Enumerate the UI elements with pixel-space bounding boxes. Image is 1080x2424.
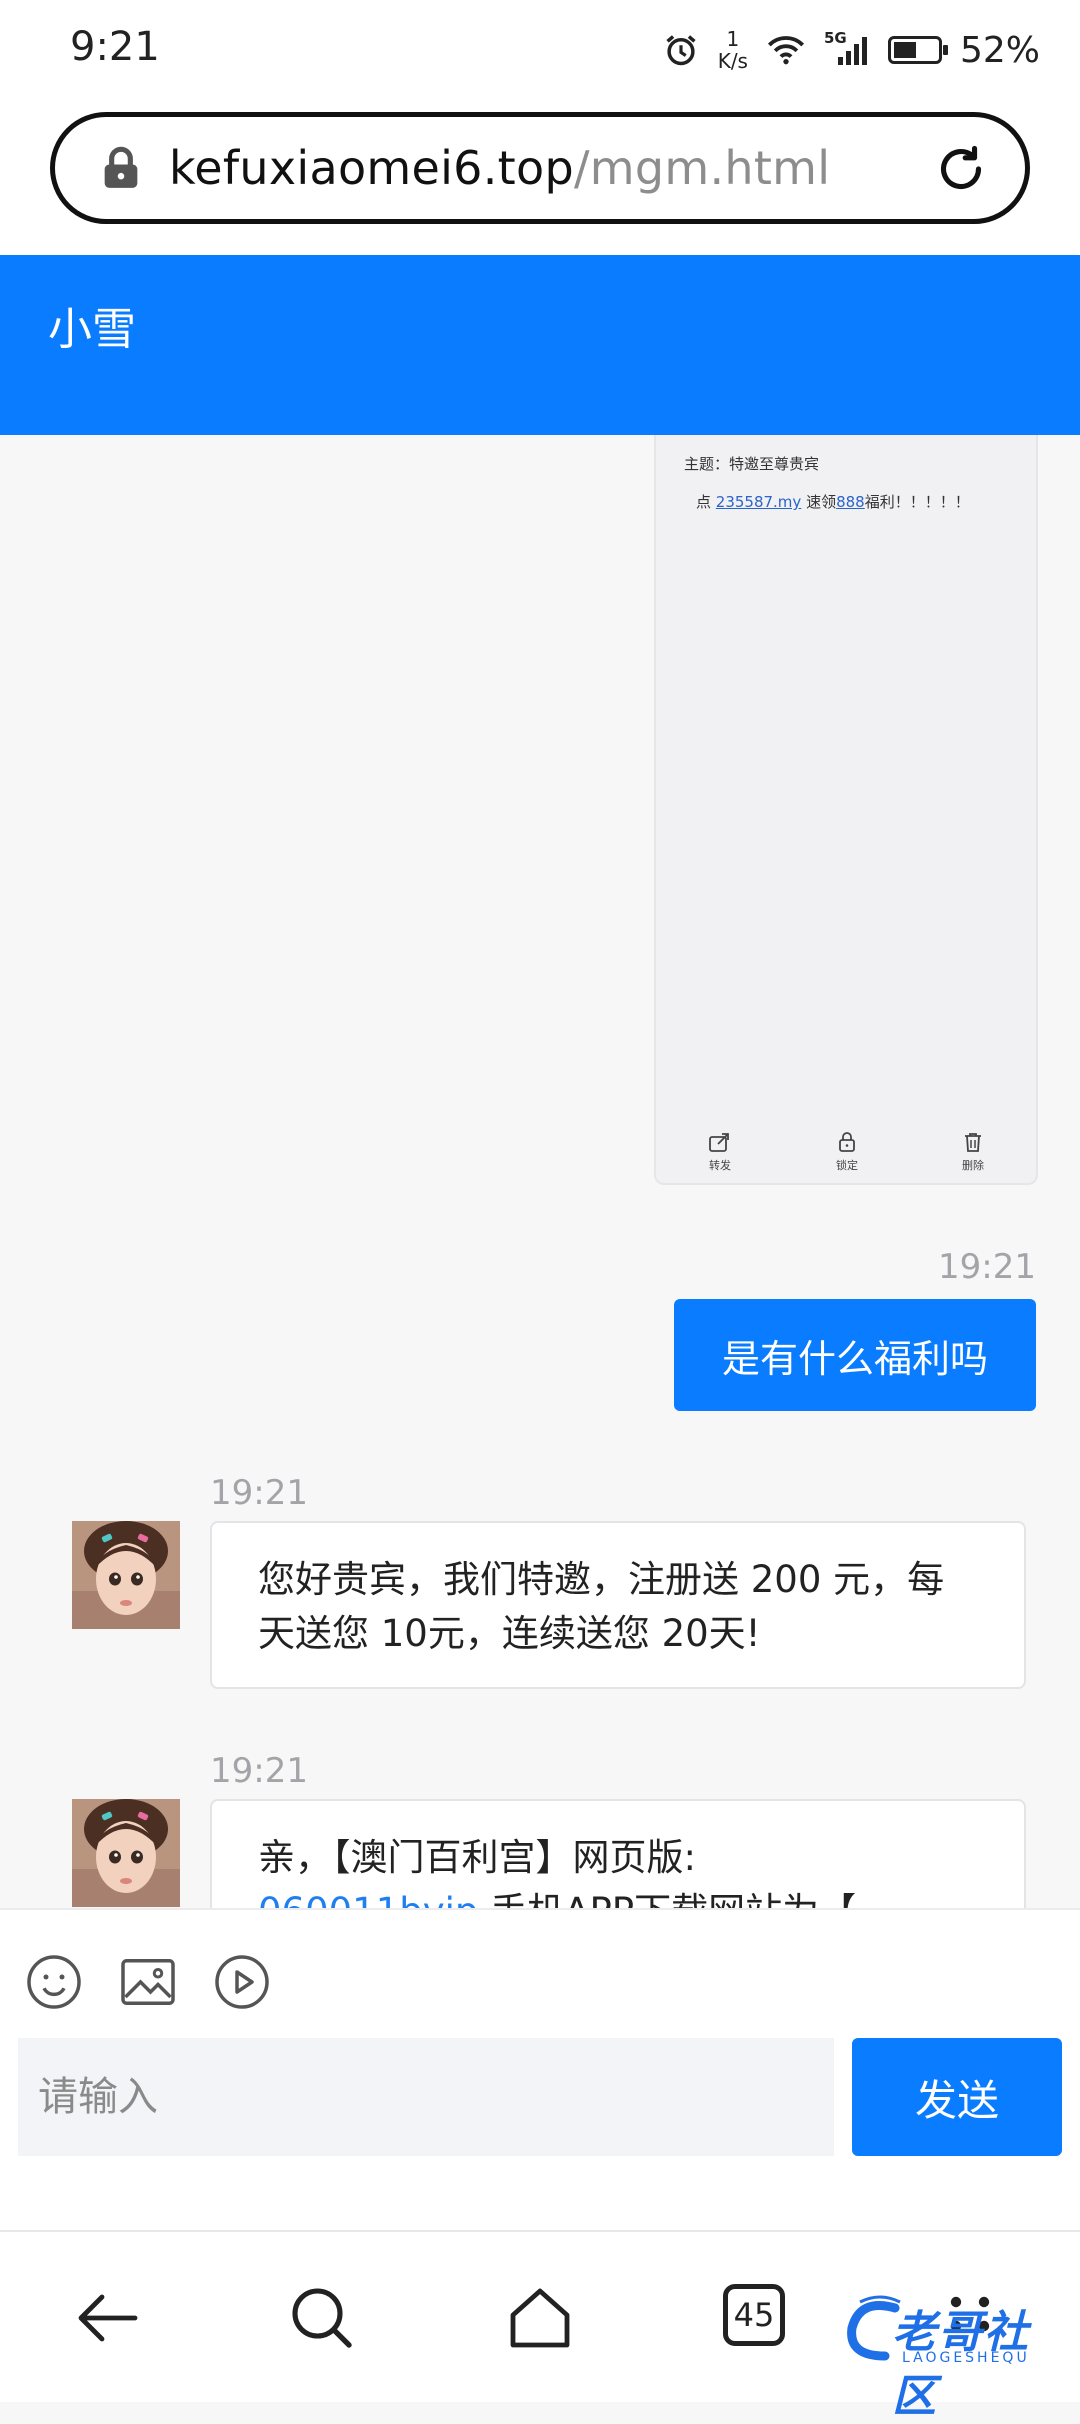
chat-header: 小雪 xyxy=(0,255,1080,435)
home-icon[interactable] xyxy=(504,2282,576,2354)
incoming-message-line2: 060011bvip 手机APP下载网站为【 xyxy=(258,1885,978,1908)
cell-signal: 5G xyxy=(824,29,870,67)
watermark-subtext: LAOGESHEQU xyxy=(902,2350,1030,2366)
trash-icon xyxy=(965,1133,981,1152)
incoming-message-bubble[interactable]: 您好贵宾，我们特邀，注册送 200 元，每天送您 10元，连续送您 20天! xyxy=(210,1521,1026,1689)
screenshot-action-delete: 删除 xyxy=(962,1131,984,1173)
back-icon[interactable] xyxy=(72,2282,144,2354)
incoming-message-line2-rest: 手机APP下载网站为【 xyxy=(478,1890,856,1908)
screenshot-body-prefix: 点 xyxy=(696,493,716,511)
battery-percent: 52% xyxy=(959,29,1040,71)
wifi-icon xyxy=(767,36,805,65)
search-icon[interactable] xyxy=(286,2282,358,2354)
net-speed: 1 K/s xyxy=(718,28,748,72)
url-host: kefuxiaomei6.top xyxy=(169,141,574,195)
screenshot-action-forward: 转发 xyxy=(708,1131,732,1173)
screenshot-body-mid: 速领 xyxy=(801,493,837,511)
net-speed-value: 1 xyxy=(726,27,740,51)
alarm-icon xyxy=(666,35,696,66)
tabs-count-button[interactable]: 45 xyxy=(723,2284,785,2346)
lock-small-icon xyxy=(839,1132,855,1152)
message-input[interactable] xyxy=(18,2038,834,2156)
forward-icon xyxy=(709,1133,729,1152)
screenshot-action-label: 删除 xyxy=(962,1159,984,1172)
incoming-message-bubble[interactable]: 亲，【澳门百利宫】网页版: 060011bvip 手机APP下载网站为【 xyxy=(210,1799,1026,1908)
outgoing-message-bubble[interactable]: 是有什么福利吗 xyxy=(674,1299,1036,1411)
screenshot-subject: 主题：特邀至尊贵宾 xyxy=(684,455,820,473)
message-timestamp: 19:21 xyxy=(210,1751,308,1791)
status-icons: 1 K/s 5G 52% xyxy=(662,22,1040,78)
incoming-message-line1: 亲，【澳门百利宫】网页版: xyxy=(258,1836,696,1879)
chat-title: 小雪 xyxy=(48,304,136,355)
screenshot-action-label: 转发 xyxy=(709,1159,731,1172)
send-button[interactable]: 发送 xyxy=(852,2038,1062,2156)
address-bar[interactable]: kefuxiaomei6.top/mgm.html xyxy=(50,112,1030,224)
message-link[interactable]: 060011bvip xyxy=(258,1890,478,1908)
status-bar: 9:21 1 K/s 5G 52% xyxy=(0,0,1080,100)
chat-area[interactable]: 主题：特邀至尊贵宾 点 235587.my 速领888福利！！！！！ 转发 锁定… xyxy=(0,435,1080,1908)
shared-screenshot-image[interactable]: 主题：特邀至尊贵宾 点 235587.my 速领888福利！！！！！ 转发 锁定… xyxy=(654,435,1038,1185)
lock-icon xyxy=(104,146,138,188)
reload-icon[interactable] xyxy=(933,141,989,197)
video-icon[interactable] xyxy=(212,1952,272,2012)
screenshot-link: 235587.my xyxy=(715,493,802,511)
url-text[interactable]: kefuxiaomei6.top/mgm.html xyxy=(169,141,830,195)
screenshot-body: 点 235587.my 速领888福利！！！！！ xyxy=(696,491,970,512)
image-icon[interactable] xyxy=(118,1952,178,2012)
message-timestamp: 19:21 xyxy=(210,1473,308,1513)
message-timestamp: 19:21 xyxy=(938,1247,1036,1287)
screenshot-action-label: 锁定 xyxy=(836,1159,858,1172)
avatar-portrait xyxy=(72,1799,180,1907)
status-time: 9:21 xyxy=(70,24,160,70)
screenshot-body-suffix: 福利！！！！！ xyxy=(864,493,970,511)
screenshot-action-lock: 锁定 xyxy=(836,1131,858,1173)
message-composer: 发送 xyxy=(0,1908,1080,2232)
site-watermark: 老哥社区 LAOGESHEQU xyxy=(840,2288,1070,2422)
avatar[interactable] xyxy=(72,1799,180,1907)
net-speed-unit: K/s xyxy=(717,49,748,73)
emoji-icon[interactable] xyxy=(24,1952,84,2012)
avatar[interactable] xyxy=(72,1521,180,1629)
screenshot-actions: 转发 锁定 删除 xyxy=(656,1131,1036,1173)
cell-signal-icon xyxy=(837,37,867,65)
browser-toolbar: kefuxiaomei6.top/mgm.html xyxy=(0,100,1080,255)
composer-tools xyxy=(24,1952,272,2012)
screenshot-link2: 888 xyxy=(836,493,865,511)
avatar-portrait xyxy=(72,1521,180,1629)
browser-navbar: 45 老哥社区 LAOGESHEQU xyxy=(0,2230,1080,2422)
battery-icon xyxy=(887,36,948,64)
url-path: /mgm.html xyxy=(573,141,831,195)
incoming-message-text: 您好贵宾，我们特邀，注册送 200 元，每天送您 10元，连续送您 20天! xyxy=(258,1558,945,1655)
